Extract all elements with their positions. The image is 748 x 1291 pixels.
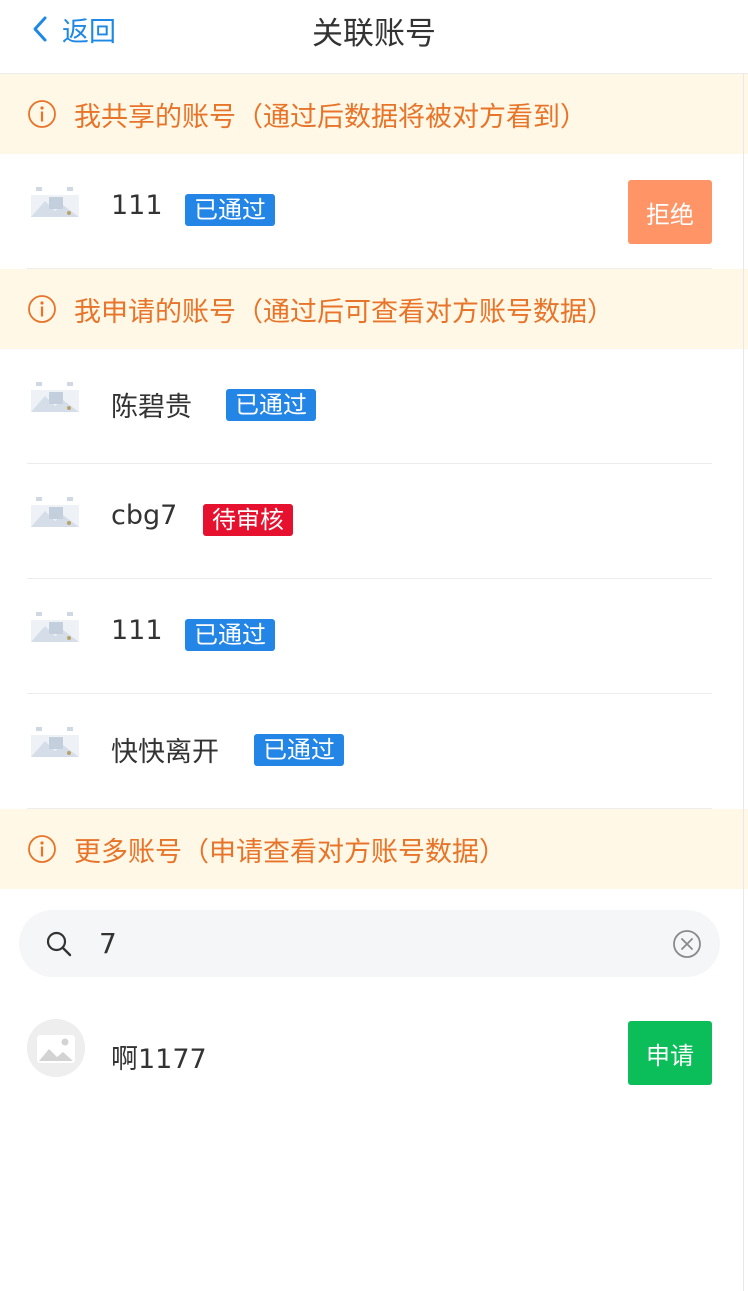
apply-button[interactable]: 申请 <box>628 1021 712 1085</box>
status-badge: 已通过 <box>254 734 344 766</box>
account-name: 111 <box>111 190 163 221</box>
notice-text: 更多账号（申请查看对方账号数据） <box>74 836 506 868</box>
info-circle-icon <box>28 295 56 323</box>
avatar <box>27 1019 85 1077</box>
list-item: cbg7 待审核 <box>0 464 748 579</box>
row-divider <box>27 808 712 809</box>
account-name: cbg7 <box>111 500 178 531</box>
search-input[interactable] <box>99 910 659 977</box>
notice-text: 我共享的账号（通过后数据将被对方看到） <box>74 101 587 133</box>
list-item: 啊1177 申请 <box>0 999 748 1124</box>
search-area <box>0 889 748 999</box>
search-bar[interactable] <box>19 910 720 977</box>
status-badge: 待审核 <box>203 504 293 536</box>
status-badge: 已通过 <box>185 194 275 226</box>
account-name: 111 <box>111 615 163 646</box>
info-circle-icon <box>28 100 56 128</box>
list-item: 陈碧贵 已通过 <box>0 349 748 464</box>
account-thumbnail-icon <box>31 187 79 217</box>
account-thumbnail-icon <box>31 497 79 527</box>
account-thumbnail-icon <box>31 382 79 412</box>
info-circle-icon <box>28 835 56 863</box>
page-title: 关联账号 <box>312 16 436 52</box>
notice-text: 我申请的账号（通过后可查看对方账号数据） <box>74 296 614 328</box>
search-icon <box>46 931 72 957</box>
list-item: 111 已通过 拒绝 <box>0 154 748 269</box>
list-item: 快快离开 已通过 <box>0 694 748 809</box>
account-thumbnail-icon <box>31 727 79 757</box>
clear-circle-icon[interactable] <box>672 929 702 959</box>
shared-accounts-notice: 我共享的账号（通过后数据将被对方看到） <box>0 74 748 154</box>
status-badge: 已通过 <box>226 389 316 421</box>
account-thumbnail-icon <box>31 612 79 642</box>
image-placeholder-icon <box>27 1019 85 1077</box>
status-badge: 已通过 <box>185 619 275 651</box>
more-accounts-notice: 更多账号（申请查看对方账号数据） <box>0 809 748 889</box>
account-name: 快快离开 <box>111 737 219 768</box>
account-name: 啊1177 <box>111 1044 207 1075</box>
nav-bar: 返回 关联账号 <box>0 0 748 74</box>
row-divider <box>27 268 712 269</box>
reject-button[interactable]: 拒绝 <box>628 180 712 244</box>
applied-accounts-notice: 我申请的账号（通过后可查看对方账号数据） <box>0 269 748 349</box>
account-name: 陈碧贵 <box>111 392 192 423</box>
list-item: 111 已通过 <box>0 579 748 694</box>
